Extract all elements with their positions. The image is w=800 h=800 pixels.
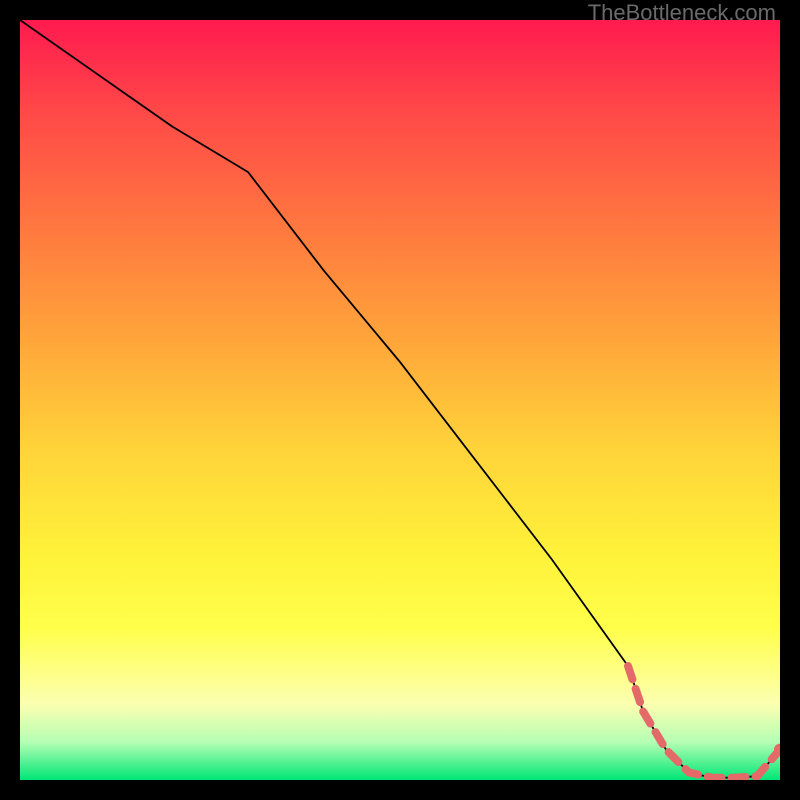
- watermark-label: TheBottleneck.com: [588, 0, 776, 26]
- chart-svg: [20, 20, 780, 780]
- chart-area: [20, 20, 780, 780]
- bottleneck-curve: [20, 20, 780, 778]
- optimal-range-marker: [628, 666, 780, 778]
